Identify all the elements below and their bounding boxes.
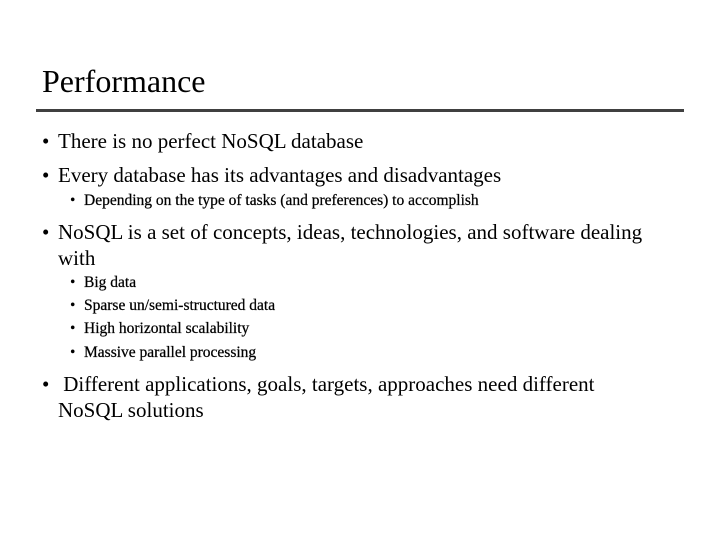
- bullet-text: Different applications, goals, targets, …: [58, 372, 600, 422]
- bullet-text: NoSQL is a set of concepts, ideas, techn…: [58, 220, 648, 270]
- bullet-item: • There is no perfect NoSQL database: [42, 128, 682, 154]
- sub-bullet-item: • Depending on the type of tasks (and pr…: [70, 191, 670, 211]
- bullet-icon: •: [42, 163, 50, 187]
- sub-bullet-item: • High horizontal scalability: [70, 319, 670, 339]
- slide-title: Performance: [42, 63, 206, 99]
- title-divider: [36, 109, 684, 112]
- sub-bullet-text: Depending on the type of tasks (and pref…: [84, 192, 479, 209]
- bullet-text: Every database has its advantages and di…: [58, 163, 502, 187]
- sub-bullet-text: Massive parallel processing: [84, 344, 257, 361]
- sub-bullet-icon: •: [70, 274, 76, 291]
- slide: Performance • There is no perfect NoSQL …: [0, 0, 720, 540]
- bullet-icon: •: [42, 129, 50, 153]
- bullet-item: • NoSQL is a set of concepts, ideas, tec…: [42, 219, 662, 271]
- bullet-item: • Every database has its advantages and …: [42, 162, 682, 188]
- sub-bullet-item: • Massive parallel processing: [70, 343, 670, 363]
- sub-bullet-text: High horizontal scalability: [84, 320, 250, 337]
- bullet-item: • Different applications, goals, targets…: [42, 371, 602, 423]
- sub-bullet-icon: •: [70, 320, 76, 337]
- sub-bullet-item: • Big data: [70, 273, 670, 293]
- sub-bullet-icon: •: [70, 344, 76, 361]
- sub-bullet-text: Sparse un/semi-structured data: [84, 297, 276, 314]
- bullet-icon: •: [42, 220, 50, 244]
- bullet-icon: •: [42, 372, 50, 396]
- sub-bullet-text: Big data: [84, 274, 137, 291]
- bullet-text: There is no perfect NoSQL database: [58, 129, 364, 153]
- sub-bullet-icon: •: [70, 297, 76, 314]
- sub-bullet-item: • Sparse un/semi-structured data: [70, 296, 670, 316]
- sub-bullet-icon: •: [70, 192, 76, 209]
